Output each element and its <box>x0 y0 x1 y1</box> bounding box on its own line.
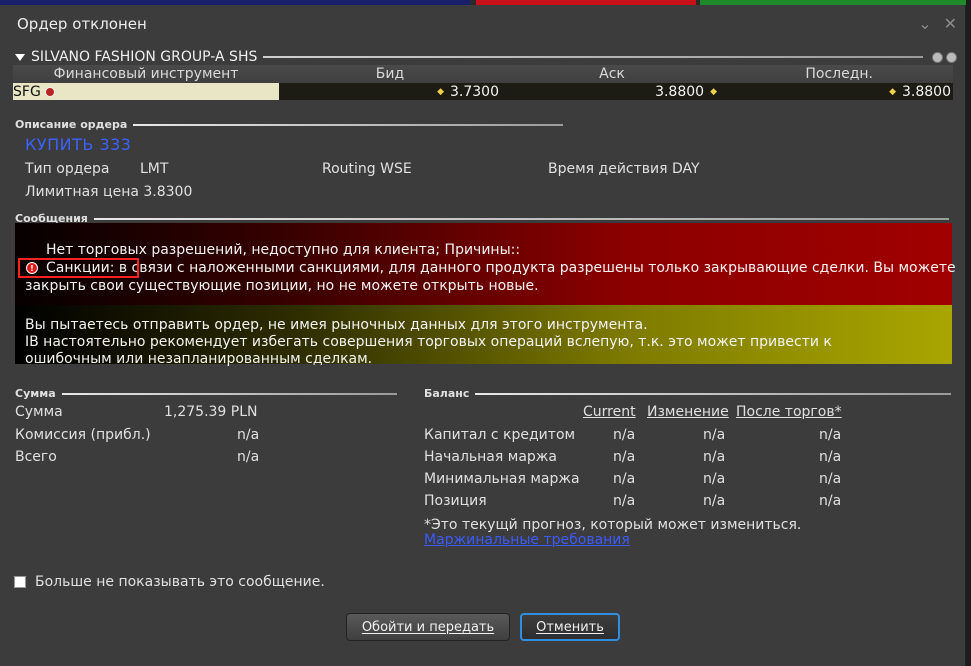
balance-row-change: n/a <box>703 449 726 465</box>
balance-row-after: n/a <box>819 427 842 443</box>
margin-requirements-link[interactable]: Маржинальные требования <box>424 532 630 548</box>
error-line-2: Санкции: в связи с наложенными санкциями… <box>46 260 956 276</box>
table-row[interactable]: SFG ◆ 3.7300 3.8800 ◆ ◆ 3.8800 <box>13 83 953 100</box>
instrument-flag-icon <box>44 86 55 97</box>
balance-row-label: Капитал с кредитом <box>424 427 576 443</box>
diamond-icon: ◆ <box>437 86 444 97</box>
chevron-down-icon[interactable]: ⌄ <box>918 15 931 33</box>
balance-row-change: n/a <box>703 427 726 443</box>
time-in-force: Время действия DAY <box>548 161 700 177</box>
col-ask[interactable]: Аск <box>501 65 723 83</box>
order-type-label: Тип ордера <box>25 161 110 177</box>
title-bar: Ордер отклонен <box>0 5 965 43</box>
sum-label: Сумма <box>15 404 63 420</box>
last-value: 3.8800 <box>902 83 951 100</box>
divider <box>263 56 923 58</box>
total-value: n/a <box>237 449 260 465</box>
error-line-1: Нет торговых разрешений, недоступно для … <box>46 242 521 258</box>
symbol-text: SFG <box>13 83 41 100</box>
window-title: Ордер отклонен <box>17 15 147 33</box>
balance-section-label: Баланс <box>424 387 470 400</box>
override-submit-button[interactable]: Обойти и передать <box>346 613 510 641</box>
cancel-button[interactable]: Отменить <box>520 613 620 641</box>
diamond-icon: ◆ <box>710 86 717 97</box>
diamond-icon: ◆ <box>889 86 896 97</box>
divider <box>475 392 952 395</box>
sum-section-title: Сумма <box>15 387 397 400</box>
collapse-triangle-icon[interactable] <box>15 53 25 61</box>
highlight-box <box>18 258 139 278</box>
instrument-header: SILVANO FASHION GROUP-A SHS <box>15 48 957 66</box>
routing: Routing WSE <box>322 161 412 177</box>
order-section-title: Описание ордера <box>15 118 564 131</box>
balance-row-after: n/a <box>819 493 842 509</box>
cancel-label: Отменить <box>536 619 604 635</box>
balance-header-after: После торгов* <box>736 404 842 420</box>
order-type-value: LMT <box>140 161 169 177</box>
dont-show-checkbox[interactable] <box>14 576 26 588</box>
limit-price: Лимитная цена 3.8300 <box>25 184 193 200</box>
order-action: КУПИТЬ 333 <box>25 135 132 154</box>
right-edge <box>966 0 971 666</box>
override-submit-label: Обойти и передать <box>361 619 495 635</box>
balance-row-after: n/a <box>819 449 842 465</box>
sum-section-label: Сумма <box>15 387 56 400</box>
cell-symbol[interactable]: SFG <box>13 83 279 100</box>
instrument-name: SILVANO FASHION GROUP-A SHS <box>31 49 258 65</box>
cell-ask[interactable]: 3.8800 ◆ <box>501 83 723 100</box>
close-icon[interactable]: ✕ <box>944 15 957 33</box>
balance-row-current: n/a <box>613 493 636 509</box>
bid-value: 3.7300 <box>450 83 499 100</box>
total-label: Всего <box>15 449 57 465</box>
balance-row-current: n/a <box>613 449 636 465</box>
balance-row-change: n/a <box>703 493 726 509</box>
forecast-note: *Это текущй прогноз, который может измен… <box>424 517 802 533</box>
col-bid[interactable]: Бид <box>279 65 501 83</box>
instrument-grid-header: Финансовый инструмент Бид Аск Последн. <box>13 65 953 83</box>
balance-row-current: n/a <box>613 471 636 487</box>
balance-header-change: Изменение <box>647 404 729 420</box>
warning-line-3: ошибочным или незапланированным сделкам. <box>25 351 373 367</box>
order-section-label: Описание ордера <box>15 118 128 131</box>
balance-row-change: n/a <box>703 471 726 487</box>
cell-bid[interactable]: ◆ 3.7300 <box>279 83 501 100</box>
commission-label: Комиссия (прибл.) <box>15 427 151 443</box>
warning-line-2: IB настоятельно рекомендует избегать сов… <box>25 334 832 350</box>
divider <box>93 217 949 220</box>
info-icon[interactable] <box>946 51 957 63</box>
dont-show-label[interactable]: Больше не показывать это сообщение. <box>35 574 325 590</box>
settings-icon[interactable] <box>932 51 943 63</box>
balance-row-label: Позиция <box>424 493 487 509</box>
col-last[interactable]: Последн. <box>723 65 953 83</box>
divider <box>61 392 397 395</box>
error-line-3: закрыть свои существующие позиции, но не… <box>25 278 539 294</box>
balance-header-current: Current <box>583 404 636 420</box>
warning-line-1: Вы пытаетесь отправить ордер, не имея ры… <box>25 317 648 333</box>
commission-value: n/a <box>237 427 260 443</box>
cell-last[interactable]: ◆ 3.8800 <box>723 83 953 100</box>
balance-row-label: Начальная маржа <box>424 449 557 465</box>
title-buttons: ⌄ ✕ <box>918 15 957 33</box>
balance-row-current: n/a <box>613 427 636 443</box>
ask-value: 3.8800 <box>655 83 705 100</box>
balance-section-title: Баланс <box>424 387 952 400</box>
balance-row-after: n/a <box>819 471 842 487</box>
divider <box>133 123 564 126</box>
sum-value: 1,275.39 PLN <box>164 404 258 420</box>
col-instrument[interactable]: Финансовый инструмент <box>13 65 279 83</box>
balance-row-label: Минимальная маржа <box>424 471 580 487</box>
